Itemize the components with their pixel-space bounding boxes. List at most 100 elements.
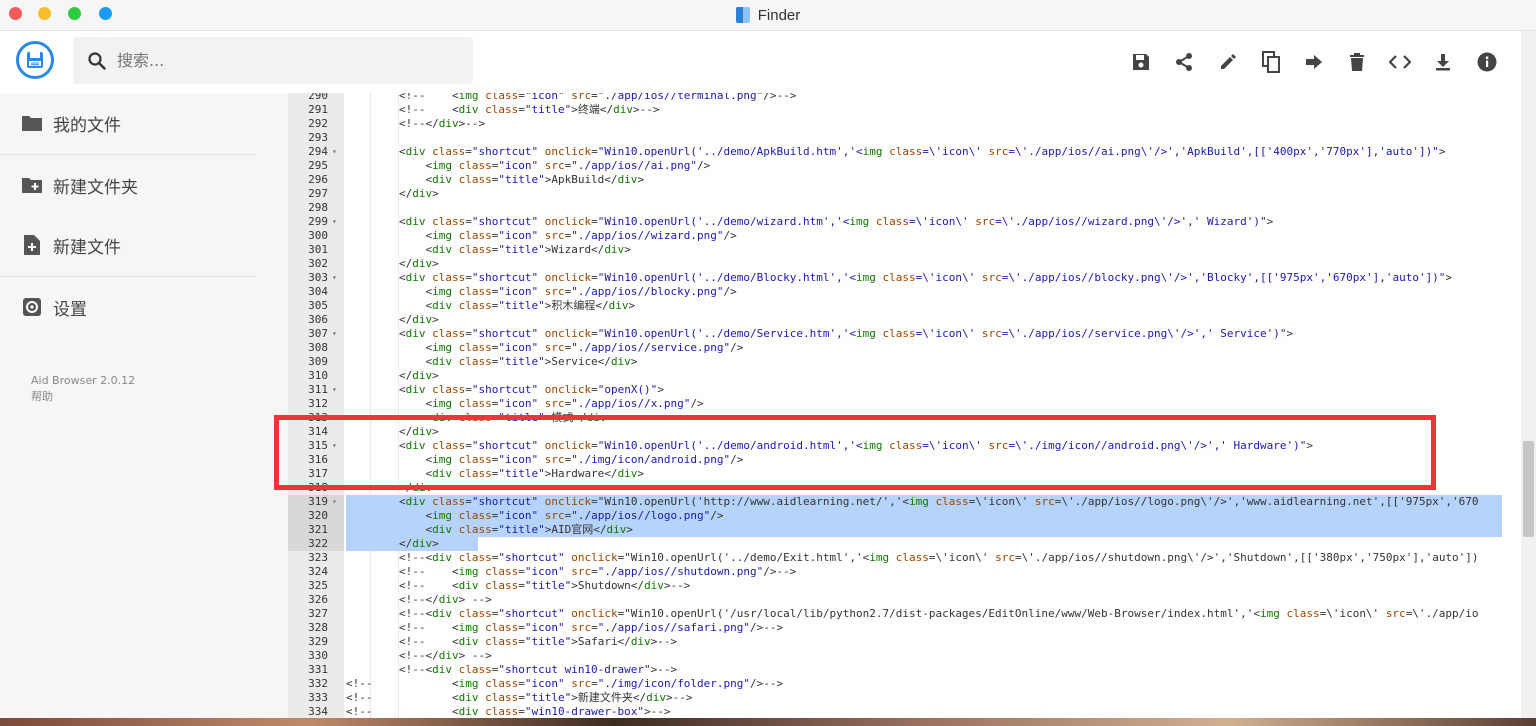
code-line[interactable]: 301 <div class="title">Wizard</div>	[288, 243, 1502, 257]
code-line[interactable]: 332 <!-- <img class="icon" src="./img/ico…	[288, 677, 1502, 691]
line-number: 316	[308, 453, 328, 466]
code-text: <!-- <img class="icon" src="./app/ios//t…	[346, 93, 797, 102]
code-text: <div class="shortcut" onclick="openX()">	[346, 383, 664, 396]
code-icon[interactable]	[1387, 49, 1413, 75]
code-text: <img class="icon" src="./app/ios//x.png"…	[346, 397, 704, 410]
new-file-icon	[21, 234, 43, 256]
line-number: 331	[308, 663, 328, 676]
code-line[interactable]: 326 <!--</div> -->	[288, 593, 1502, 607]
delete-icon[interactable]	[1344, 49, 1370, 75]
code-line[interactable]: 303 ▾ <div class="shortcut" onclick="Win1…	[288, 271, 1502, 285]
download-icon[interactable]	[1430, 49, 1456, 75]
fold-arrow-icon[interactable]: ▾	[332, 495, 337, 509]
code-line[interactable]: 317 <div class="title">Hardware</div>	[288, 467, 1502, 481]
line-number: 326	[308, 593, 328, 606]
code-line[interactable]: 296 <div class="title">ApkBuild</div>	[288, 173, 1502, 187]
fold-arrow-icon[interactable]: ▾	[332, 383, 337, 397]
code-line[interactable]: 305 <div class="title">积木编程</div>	[288, 299, 1502, 313]
save-icon[interactable]	[1128, 49, 1154, 75]
code-line[interactable]: 322 </div>	[288, 537, 1502, 551]
code-line[interactable]: 318 </div>	[288, 481, 1502, 495]
version-text: Aid Browser 2.0.12	[31, 374, 136, 387]
edit-icon[interactable]	[1215, 49, 1241, 75]
code-text: </div>	[346, 369, 439, 382]
code-line[interactable]: 294 ▾ <div class="shortcut" onclick="Win1…	[288, 145, 1502, 159]
code-line[interactable]: 314 </div>	[288, 425, 1502, 439]
vertical-scrollbar[interactable]	[1521, 31, 1536, 726]
line-number: 305	[308, 299, 328, 312]
sidebar-item-new-file[interactable]: 新建文件	[0, 215, 256, 275]
line-number: 302	[308, 257, 328, 270]
code-line[interactable]: 306 </div>	[288, 313, 1502, 327]
help-link[interactable]: 帮助	[31, 389, 135, 405]
code-line[interactable]: 291 <!-- <div class="title">终端</div>-->	[288, 103, 1502, 117]
code-line[interactable]: 329 <!-- <div class="title">Safari</div>…	[288, 635, 1502, 649]
sidebar-item-my-files[interactable]: 我的文件	[0, 93, 256, 153]
code-line[interactable]: 334 <!-- <div class="win10-drawer-box">--…	[288, 705, 1502, 719]
info-icon[interactable]	[1474, 49, 1500, 75]
code-line[interactable]: 295 <img class="icon" src="./app/ios//ai…	[288, 159, 1502, 173]
code-line[interactable]: 310 </div>	[288, 369, 1502, 383]
code-line[interactable]: 323 <!--<div class="shortcut" onclick="W…	[288, 551, 1502, 565]
code-line[interactable]: 316 <img class="icon" src="./img/icon/an…	[288, 453, 1502, 467]
line-number: 312	[308, 397, 328, 410]
folder-icon	[21, 112, 43, 134]
code-line[interactable]: 309 <div class="title">Service</div>	[288, 355, 1502, 369]
line-number: 307	[308, 327, 328, 340]
copy-icon[interactable]	[1258, 49, 1284, 75]
line-number: 328	[308, 621, 328, 634]
scrollbar-thumb[interactable]	[1523, 441, 1534, 537]
line-number: 290	[308, 93, 328, 102]
code-line[interactable]: 331 <!--<div class="shortcut win10-drawe…	[288, 663, 1502, 677]
code-line[interactable]: 321 <div class="title">AID官网</div>	[288, 523, 1502, 537]
code-editor[interactable]: 290 <!-- <img class="icon" src="./app/io…	[288, 93, 1536, 726]
sidebar-item-settings[interactable]: 设置	[0, 277, 256, 337]
line-number: 294	[308, 145, 328, 158]
code-line[interactable]: 308 <img class="icon" src="./app/ios//se…	[288, 341, 1502, 355]
code-line[interactable]: 307 ▾ <div class="shortcut" onclick="Win1…	[288, 327, 1502, 341]
line-number: 293	[308, 131, 328, 144]
code-line[interactable]: 315 ▾ <div class="shortcut" onclick="Win1…	[288, 439, 1502, 453]
code-line[interactable]: 328 <!-- <img class="icon" src="./app/io…	[288, 621, 1502, 635]
code-line[interactable]: 298	[288, 201, 1502, 215]
code-line[interactable]: 327 <!--<div class="shortcut" onclick="W…	[288, 607, 1502, 621]
code-line[interactable]: 292 <!--</div>-->	[288, 117, 1502, 131]
code-line[interactable]: 320 <img class="icon" src="./app/ios//lo…	[288, 509, 1502, 523]
code-text: <div class="title">AID官网</div>	[346, 523, 633, 536]
app-logo-icon[interactable]	[16, 41, 54, 79]
search-input[interactable]	[115, 50, 419, 71]
code-line[interactable]: 300 <img class="icon" src="./app/ios//wi…	[288, 229, 1502, 243]
code-line[interactable]: 290 <!-- <img class="icon" src="./app/io…	[288, 93, 1502, 103]
code-line[interactable]: 333 <!-- <div class="title">新建文件夹</div>--…	[288, 691, 1502, 705]
code-text: </div>	[346, 425, 439, 438]
code-text: <!-- <div class="title">终端</div>-->	[346, 103, 660, 116]
fold-arrow-icon[interactable]: ▾	[332, 271, 337, 285]
fold-arrow-icon[interactable]: ▾	[332, 145, 337, 159]
code-line[interactable]: 325 <!-- <div class="title">Shutdown</di…	[288, 579, 1502, 593]
line-number: 311	[308, 383, 328, 396]
fold-arrow-icon[interactable]: ▾	[332, 215, 337, 229]
code-text: <!--<div class="shortcut" onclick="Win10…	[346, 607, 1479, 620]
code-line[interactable]: 304 <img class="icon" src="./app/ios//bl…	[288, 285, 1502, 299]
sidebar-item-new-folder[interactable]: 新建文件夹	[0, 155, 256, 215]
code-line[interactable]: 302 </div>	[288, 257, 1502, 271]
code-line[interactable]: 313 <div class="title">模式</div>	[288, 411, 1502, 425]
code-line[interactable]: 324 <!-- <img class="icon" src="./app/io…	[288, 565, 1502, 579]
forward-icon[interactable]	[1301, 49, 1327, 75]
fold-arrow-icon[interactable]: ▾	[332, 327, 337, 341]
fold-arrow-icon[interactable]: ▾	[332, 439, 337, 453]
search-box[interactable]	[73, 37, 473, 84]
code-line[interactable]: 293	[288, 131, 1502, 145]
code-text: <!-- <div class="win10-drawer-box">-->	[346, 705, 671, 718]
code-line[interactable]: 319 ▾ <div class="shortcut" onclick="Win1…	[288, 495, 1502, 509]
share-icon[interactable]	[1171, 49, 1197, 75]
code-line[interactable]: 299 ▾ <div class="shortcut" onclick="Win1…	[288, 215, 1502, 229]
line-number: 306	[308, 313, 328, 326]
code-line[interactable]: 297 </div>	[288, 187, 1502, 201]
line-number: 299	[308, 215, 328, 228]
code-line[interactable]: 312 <img class="icon" src="./app/ios//x.…	[288, 397, 1502, 411]
code-line[interactable]: 311 ▾ <div class="shortcut" onclick="open…	[288, 383, 1502, 397]
line-number: 297	[308, 187, 328, 200]
line-number: 315	[308, 439, 328, 452]
code-line[interactable]: 330 <!--</div> -->	[288, 649, 1502, 663]
